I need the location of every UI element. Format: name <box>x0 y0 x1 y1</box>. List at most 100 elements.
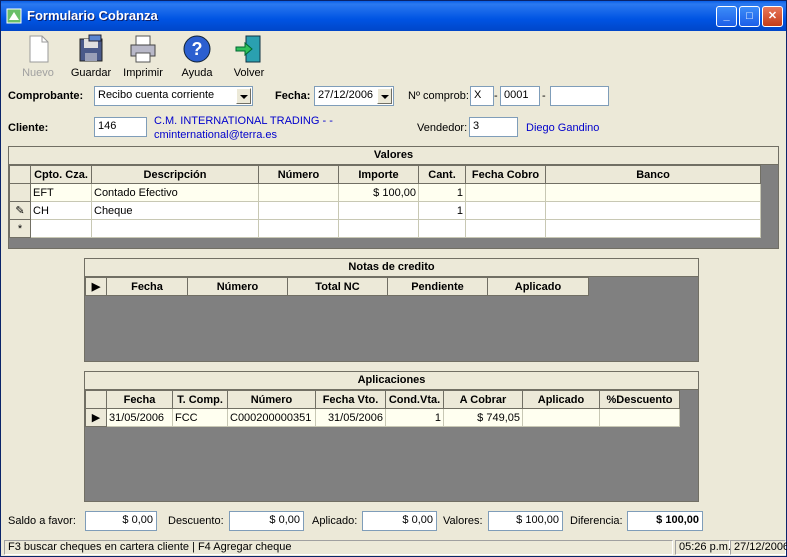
status-hint: F3 buscar cheques en cartera cliente | F… <box>4 540 673 555</box>
imprimir-button[interactable]: Imprimir <box>120 33 166 79</box>
fecha-value: 27/12/2006 <box>318 89 374 101</box>
table-cell[interactable]: Contado Efectivo <box>91 183 259 202</box>
comprobante-select[interactable]: Recibo cuenta corriente <box>94 86 253 106</box>
column-header[interactable]: Cond.Vta. <box>385 390 444 409</box>
table-cell[interactable]: 1 <box>385 408 444 427</box>
column-header[interactable] <box>85 390 107 409</box>
row-pointer-icon: ▶ <box>85 277 107 296</box>
column-header[interactable]: Descripción <box>91 165 259 184</box>
column-header[interactable]: Fecha Cobro <box>465 165 546 184</box>
table-cell[interactable]: 31/05/2006 <box>106 408 173 427</box>
column-header[interactable]: Pendiente <box>387 277 488 296</box>
chevron-down-icon[interactable] <box>236 88 251 104</box>
descuento-field[interactable]: $ 0,00 <box>229 511 304 531</box>
table-cell[interactable] <box>465 201 546 220</box>
table-cell[interactable]: FCC <box>172 408 228 427</box>
table-cell[interactable]: $ 749,05 <box>443 408 523 427</box>
vendedor-field[interactable]: 3 <box>469 117 518 137</box>
table-cell[interactable] <box>545 219 761 238</box>
diferencia-field[interactable]: $ 100,00 <box>627 511 703 531</box>
table-cell[interactable] <box>258 183 339 202</box>
table-cell[interactable] <box>91 219 259 238</box>
table-cell[interactable]: 31/05/2006 <box>315 408 386 427</box>
chevron-down-icon[interactable] <box>377 88 392 104</box>
aplicaciones-grid[interactable]: Aplicaciones Fecha T. Comp. Número Fecha… <box>84 371 699 502</box>
column-header[interactable]: A Cobrar <box>443 390 523 409</box>
imprimir-label: Imprimir <box>123 67 163 79</box>
table-cell[interactable]: EFT <box>30 183 92 202</box>
valores-grid[interactable]: Valores Cpto. Cza. Descripción Número Im… <box>8 146 779 249</box>
valores-field[interactable]: $ 100,00 <box>488 511 563 531</box>
table-cell[interactable]: CH <box>30 201 92 220</box>
column-header[interactable]: %Descuento <box>599 390 680 409</box>
column-header[interactable] <box>9 165 31 184</box>
column-header[interactable]: Fecha Vto. <box>315 390 386 409</box>
column-header[interactable]: Aplicado <box>487 277 589 296</box>
ncomprob-separator: - <box>542 90 546 102</box>
table-cell[interactable] <box>258 219 339 238</box>
column-header[interactable]: Fecha <box>106 390 173 409</box>
new-row-asterisk-icon[interactable]: * <box>9 219 31 238</box>
table-cell[interactable]: 1 <box>418 201 466 220</box>
close-button[interactable]: ✕ <box>762 6 783 27</box>
guardar-button[interactable]: Guardar <box>68 33 114 79</box>
fecha-picker[interactable]: 27/12/2006 <box>314 86 394 106</box>
aplicado-field[interactable]: $ 0,00 <box>362 511 437 531</box>
cliente-field[interactable]: 146 <box>94 117 147 137</box>
column-header[interactable]: Número <box>187 277 288 296</box>
exit-door-icon <box>235 35 261 63</box>
status-bar: F3 buscar cheques en cartera cliente | F… <box>2 539 787 556</box>
valores-label: Valores: <box>443 515 483 527</box>
column-header[interactable]: Fecha <box>106 277 188 296</box>
maximize-button[interactable]: □ <box>739 6 760 27</box>
table-cell[interactable] <box>418 219 466 238</box>
table-row-new[interactable]: * <box>9 219 761 238</box>
nuevo-button[interactable]: Nuevo <box>15 33 61 79</box>
cliente-label: Cliente: <box>8 122 49 134</box>
vendedor-name: Diego Gandino <box>526 122 600 134</box>
table-row[interactable]: EFT Contado Efectivo $ 100,00 1 <box>9 183 761 202</box>
ayuda-button[interactable]: ? Ayuda <box>174 33 220 79</box>
notas-credito-grid[interactable]: Notas de credito ▶ Fecha Número Total NC… <box>84 258 699 362</box>
table-cell[interactable] <box>258 201 339 220</box>
table-row[interactable]: ✎ CH Cheque 1 <box>9 201 761 220</box>
table-cell[interactable] <box>599 408 680 427</box>
ncomprob-number-field[interactable] <box>550 86 609 106</box>
minimize-button[interactable]: _ <box>716 6 737 27</box>
table-cell[interactable]: $ 100,00 <box>338 183 419 202</box>
table-row[interactable]: ▶ 31/05/2006 FCC C000200000351 31/05/200… <box>85 408 680 427</box>
column-header[interactable]: Número <box>258 165 339 184</box>
notas-caption: Notas de credito <box>85 259 698 277</box>
column-header[interactable]: Importe <box>338 165 419 184</box>
saldo-field[interactable]: $ 0,00 <box>85 511 157 531</box>
column-header[interactable]: Número <box>227 390 316 409</box>
table-cell[interactable] <box>465 219 546 238</box>
table-cell[interactable] <box>545 201 761 220</box>
ncomprob-letra-field[interactable]: X <box>470 86 494 106</box>
svg-text:?: ? <box>192 39 203 59</box>
column-header[interactable]: Aplicado <box>522 390 600 409</box>
edit-pencil-icon[interactable]: ✎ <box>9 201 31 220</box>
vendedor-label: Vendedor: <box>417 122 468 134</box>
table-cell[interactable] <box>465 183 546 202</box>
table-cell[interactable] <box>338 219 419 238</box>
table-cell[interactable] <box>545 183 761 202</box>
window-title: Formulario Cobranza <box>27 8 158 23</box>
table-cell[interactable] <box>30 219 92 238</box>
ncomprob-pv-field[interactable]: 0001 <box>500 86 540 106</box>
column-header[interactable]: Cpto. Cza. <box>30 165 92 184</box>
volver-button[interactable]: Volver <box>226 33 272 79</box>
row-pointer-icon[interactable]: ▶ <box>85 408 107 427</box>
row-selector[interactable] <box>9 183 31 202</box>
column-header[interactable]: T. Comp. <box>172 390 228 409</box>
column-header[interactable]: Total NC <box>287 277 388 296</box>
table-cell[interactable]: 1 <box>418 183 466 202</box>
table-cell[interactable] <box>522 408 600 427</box>
table-cell[interactable]: C000200000351 <box>227 408 316 427</box>
app-icon <box>6 8 22 24</box>
column-header[interactable]: Banco <box>545 165 761 184</box>
table-cell[interactable]: Cheque <box>91 201 259 220</box>
guardar-label: Guardar <box>70 67 112 79</box>
column-header[interactable]: Cant. <box>418 165 466 184</box>
table-cell[interactable] <box>338 201 419 220</box>
